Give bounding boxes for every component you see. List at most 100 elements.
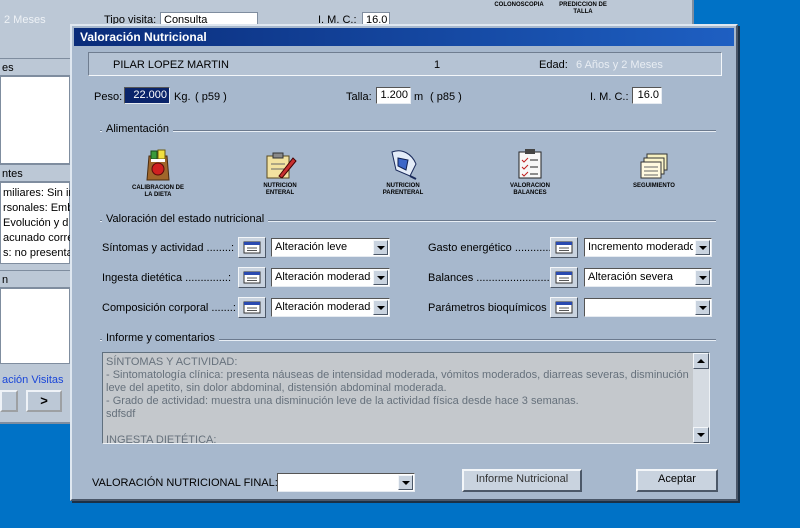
informe-textarea[interactable]: SÍNTOMAS Y ACTIVIDAD: - Sintomatología c… [102,352,710,444]
talla-unit: m [414,91,424,103]
clipboard-pen-icon [266,152,297,179]
parametros-label: Parámetros bioquímicos : [428,302,553,314]
gasto-select[interactable]: Incremento moderado [584,238,712,257]
composicion-value: Alteración moderada [275,301,371,313]
bg-antecedentes-list: miliares: Sin int rsonales: Emba Evoluci… [0,182,79,264]
bg-list-text: miliares: Sin int rsonales: Emba Evoluci… [3,186,79,261]
notepad-icon [243,241,261,254]
valoracion-final-select[interactable] [277,473,415,492]
bg-pane-header-1-label: es [2,62,14,74]
balances-label: Balances ........................: [428,272,553,284]
checklist-icon [518,149,542,179]
composicion-select[interactable]: Alteración moderada [271,298,390,317]
chevron-down-icon[interactable] [373,270,388,285]
bg-pane-3 [0,288,70,364]
bg-pane-header-3-label: n [2,274,9,286]
valoracion-final-label: VALORACIÓN NUTRICIONAL FINAL: [92,477,278,489]
dialog-title[interactable]: Valoración Nutricional [74,28,734,46]
bg-edad-fragment: 2 Meses [4,14,46,26]
bg-visits-link[interactable]: ación Visitas [2,374,64,386]
nutricion-enteral-caption: NUTRICION ENTERAL [263,183,297,196]
ingesta-notes-button[interactable] [238,267,266,288]
chevron-down-icon[interactable] [373,300,388,315]
informe-nutricional-button[interactable]: Informe Nutricional [462,469,582,492]
ingesta-select[interactable]: Alteración moderada [271,268,390,287]
nutrition-dialog: Valoración Nutricional PILAR LOPEZ MARTI… [70,24,738,501]
talla-label: Talla: [346,91,372,103]
diet-bag-icon [146,149,170,181]
patient-info-bar: PILAR LOPEZ MARTIN 1 Edad: 6 Años y 2 Me… [88,52,722,76]
bg-pane-header-2: ntes [0,164,70,182]
notepad-icon [243,271,261,284]
patient-name: PILAR LOPEZ MARTIN [113,59,229,71]
notepad-icon [555,301,573,314]
bg-prev-button[interactable] [0,390,18,412]
chevron-down-icon[interactable] [695,270,710,285]
chevron-down-icon[interactable] [373,240,388,255]
bg-list-line: acunado corre [3,232,74,244]
informe-scrollbar[interactable] [693,353,709,443]
chevron-down-icon[interactable] [695,300,710,315]
informe-label: Informe y comentarios [102,332,219,344]
edad-label: Edad: [539,59,568,71]
peso-input[interactable]: 22.000 [124,87,170,104]
balances-value: Alteración severa [588,271,673,283]
composicion-notes-button[interactable] [238,297,266,318]
alimentacion-divider [100,130,716,132]
nutricion-parenteral-caption: NUTRICION PARENTERAL [382,183,424,196]
calibracion-dieta-tool[interactable]: CALIBRACION DE LA DIETA [130,148,186,200]
gasto-notes-button[interactable] [550,237,578,258]
bg-pane-header-1: es [0,58,70,76]
seguimiento-tool[interactable]: SEGUIMIENTO [626,152,682,200]
nutricion-enteral-tool[interactable]: NUTRICION ENTERAL [252,150,308,202]
scroll-down-button[interactable] [693,427,709,443]
parametros-select[interactable] [584,298,712,317]
imc-label: I. M. C.: [590,91,629,103]
bg-pane-header-2-label: ntes [2,168,23,180]
calibracion-dieta-caption: CALIBRACION DE LA DIETA [132,185,184,198]
balances-select[interactable]: Alteración severa [584,268,712,287]
bg-pane-1 [0,76,70,164]
informe-text: SÍNTOMAS Y ACTIVIDAD: - Sintomatología c… [106,356,689,444]
imc-field: 16.0 [632,87,662,104]
ingesta-value: Alteración moderada [275,271,371,283]
peso-unit: Kg. [174,91,191,103]
height-prediction-icon-caption: PREDICCION DE TALLA [559,2,607,15]
notepad-icon [555,241,573,254]
sintomas-select[interactable]: Alteración leve [271,238,390,257]
notepad-icon [243,301,261,314]
bg-list-line: rsonales: Emba [3,202,80,214]
talla-input[interactable]: 1.200 [376,87,411,104]
peso-percentile: ( p59 ) [195,91,227,103]
bg-list-line: Evolución y d [3,217,69,229]
aceptar-button[interactable]: Aceptar [636,469,718,492]
edad-value: 6 Años y 2 Meses [576,59,663,71]
bg-list-line: miliares: Sin int [3,187,78,199]
bg-pane-header-3: n [0,270,70,288]
nutricion-parenteral-tool[interactable]: NUTRICION PARENTERAL [374,148,432,200]
valoracion-label: Valoración del estado nutricional [102,213,269,225]
chevron-down-icon[interactable] [398,475,413,490]
seguimiento-caption: SEGUIMIENTO [633,183,675,189]
iv-bag-icon [391,150,417,180]
bg-next-button[interactable]: > [26,390,62,412]
balances-notes-button[interactable] [550,267,578,288]
talla-percentile: ( p85 ) [430,91,462,103]
valoracion-balances-tool[interactable]: VALORACION BALANCES [500,148,560,200]
chevron-down-icon[interactable] [695,240,710,255]
notepad-icon [555,271,573,284]
arrow-down-icon [697,433,705,437]
arrow-up-icon [697,359,705,363]
scroll-up-button[interactable] [693,353,709,369]
parametros-notes-button[interactable] [550,297,578,318]
peso-label: Peso: [94,91,123,103]
stacked-notes-icon [640,153,668,179]
sintomas-notes-button[interactable] [238,237,266,258]
colonoscopy-icon-caption: COLONOSCOPIA [494,2,544,8]
ingesta-label: Ingesta dietética ..............: [102,272,232,284]
patient-number: 1 [434,59,441,71]
composicion-label: Composición corporal .......: [102,302,236,314]
bg-list-line: s: no presenta [3,247,73,259]
alimentacion-label: Alimentación [102,123,173,135]
sintomas-value: Alteración leve [275,241,348,253]
